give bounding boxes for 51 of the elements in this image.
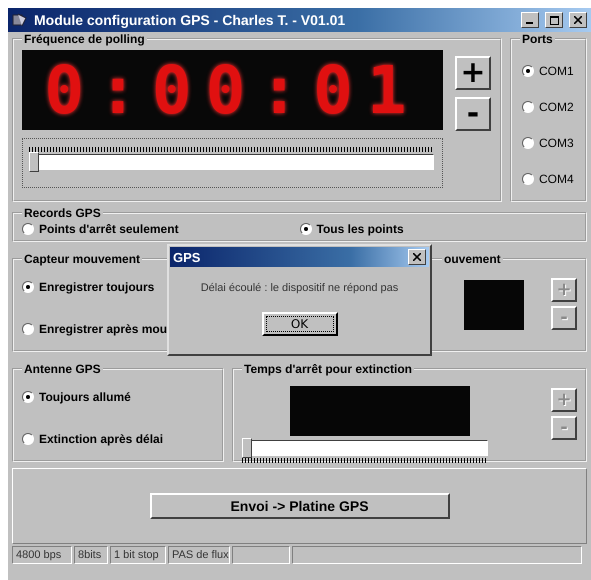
radio-button[interactable] — [522, 173, 534, 185]
radio-label: COM2 — [539, 100, 574, 114]
close-icon — [413, 253, 421, 261]
status-panel: 8bits — [74, 546, 108, 564]
radio-button[interactable] — [522, 65, 534, 77]
close-icon — [574, 16, 582, 24]
close-button[interactable] — [569, 12, 587, 28]
status-panel — [232, 546, 290, 564]
group-title: Antenne GPS — [23, 362, 102, 376]
group-title: Capteur mouvement — [23, 252, 142, 266]
radio-label: Points d'arrêt seulement — [39, 222, 179, 236]
maximize-button[interactable] — [545, 12, 563, 28]
ok-button[interactable]: OK — [262, 312, 338, 336]
radio-label: Toujours allumé — [39, 390, 131, 404]
status-panel: 4800 bps — [12, 546, 72, 564]
radio-label: Enregistrer toujours — [39, 280, 154, 294]
display-panel — [464, 280, 524, 330]
app-icon — [12, 12, 28, 28]
led-display: 0:00:01 — [22, 50, 443, 130]
radio-button[interactable] — [22, 433, 34, 445]
radio-button[interactable] — [22, 323, 34, 335]
status-panel: 1 bit stop — [110, 546, 166, 564]
plus-button[interactable]: + — [455, 56, 491, 90]
radio-label: COM3 — [539, 136, 574, 150]
dialog-title: GPS — [173, 250, 200, 264]
radio-label: COM4 — [539, 172, 574, 186]
maximize-icon — [550, 16, 558, 24]
group-title: Ports — [521, 32, 554, 46]
radio-button[interactable] — [522, 137, 534, 149]
radio-button[interactable] — [522, 101, 534, 113]
group-title: Records GPS — [23, 206, 102, 220]
slider-thumb[interactable] — [29, 152, 39, 172]
window-title: Module configuration GPS - Charles T. - V01.01 — [34, 12, 346, 28]
radio-button[interactable] — [300, 223, 312, 235]
dialog-message: Délai écoulé : le dispositif ne répond pas — [200, 282, 398, 294]
radio-button[interactable] — [22, 281, 34, 293]
radio-button[interactable] — [22, 391, 34, 403]
group-title: Fréquence de polling — [23, 32, 146, 46]
minimize-button[interactable] — [521, 12, 539, 28]
status-panel: PAS de flux — [168, 546, 230, 564]
group-title: ouvement — [443, 252, 502, 266]
group-title: Temps d'arrêt pour extinction — [243, 362, 413, 376]
minus-button[interactable]: - — [455, 97, 491, 131]
radio-label: COM1 — [539, 64, 574, 78]
radio-label: Enregistrer après mou — [39, 322, 168, 336]
radio-label: Tous les points — [316, 222, 404, 236]
slider-thumb[interactable] — [242, 438, 252, 458]
close-button[interactable] — [408, 249, 426, 265]
radio-button[interactable] — [22, 223, 34, 235]
radio-label: Extinction après délai — [39, 432, 164, 446]
send-button[interactable]: Envoi -> Platine GPS — [150, 493, 450, 519]
